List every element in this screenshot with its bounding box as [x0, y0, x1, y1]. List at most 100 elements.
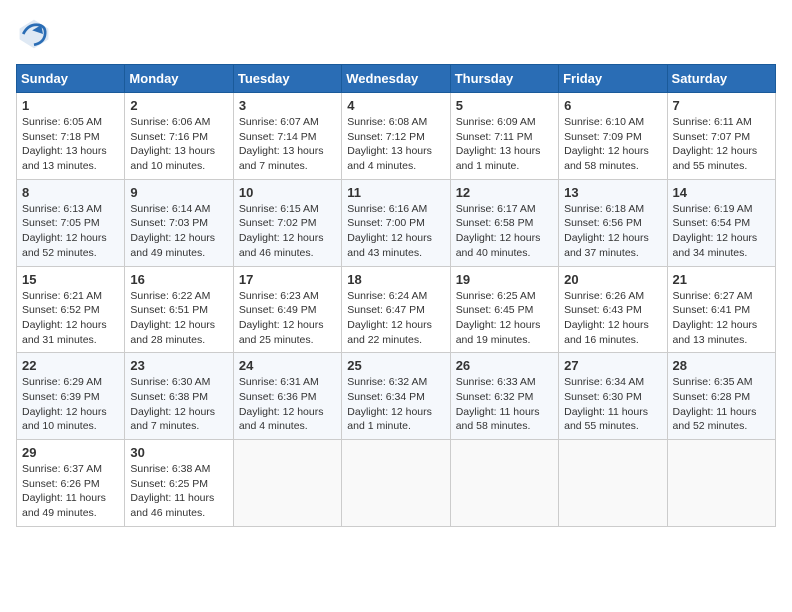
day-number: 28: [673, 358, 770, 373]
day-number: 15: [22, 272, 119, 287]
calendar-cell: 29 Sunrise: 6:37 AM Sunset: 6:26 PM Dayli…: [17, 440, 125, 527]
day-number: 1: [22, 98, 119, 113]
calendar-cell: 24Sunrise: 6:31 AM Sunset: 6:36 PM Dayli…: [233, 353, 341, 440]
calendar-week-2: 8 Sunrise: 6:13 AM Sunset: 7:05 PM Daylig…: [17, 179, 776, 266]
calendar-cell: 27 Sunrise: 6:34 AM Sunset: 6:30 PM Dayli…: [559, 353, 667, 440]
day-number: 16: [130, 272, 227, 287]
calendar-cell: 11 Sunrise: 6:16 AM Sunset: 7:00 PM Dayli…: [342, 179, 450, 266]
calendar-cell: 21Sunrise: 6:27 AM Sunset: 6:41 PM Dayli…: [667, 266, 775, 353]
day-number: 19: [456, 272, 553, 287]
day-info: Sunrise: 6:29 AM Sunset: 6:39 PM Dayligh…: [22, 375, 119, 434]
weekday-header-monday: Monday: [125, 65, 233, 93]
day-number: 2: [130, 98, 227, 113]
day-number: 8: [22, 185, 119, 200]
day-number: 7: [673, 98, 770, 113]
logo: [16, 16, 56, 52]
day-info: Sunrise: 6:35 AM Sunset: 6:28 PM Dayligh…: [673, 375, 770, 434]
day-info: Sunrise: 6:25 AM Sunset: 6:45 PM Dayligh…: [456, 289, 553, 348]
day-info: Sunrise: 6:07 AM Sunset: 7:14 PM Dayligh…: [239, 115, 336, 174]
day-info: Sunrise: 6:06 AM Sunset: 7:16 PM Dayligh…: [130, 115, 227, 174]
calendar-cell: 13Sunrise: 6:18 AM Sunset: 6:56 PM Dayli…: [559, 179, 667, 266]
calendar-cell: 25 Sunrise: 6:32 AM Sunset: 6:34 PM Dayli…: [342, 353, 450, 440]
weekday-header-tuesday: Tuesday: [233, 65, 341, 93]
calendar-cell: 6Sunrise: 6:10 AM Sunset: 7:09 PM Daylig…: [559, 93, 667, 180]
day-info: Sunrise: 6:22 AM Sunset: 6:51 PM Dayligh…: [130, 289, 227, 348]
day-number: 17: [239, 272, 336, 287]
day-info: Sunrise: 6:05 AM Sunset: 7:18 PM Dayligh…: [22, 115, 119, 174]
calendar-cell: 14 Sunrise: 6:19 AM Sunset: 6:54 PM Dayli…: [667, 179, 775, 266]
calendar-week-1: 1 Sunrise: 6:05 AM Sunset: 7:18 PM Daylig…: [17, 93, 776, 180]
calendar-cell: 5 Sunrise: 6:09 AM Sunset: 7:11 PM Daylig…: [450, 93, 558, 180]
day-number: 10: [239, 185, 336, 200]
day-info: Sunrise: 6:11 AM Sunset: 7:07 PM Dayligh…: [673, 115, 770, 174]
day-number: 27: [564, 358, 661, 373]
calendar-week-5: 29 Sunrise: 6:37 AM Sunset: 6:26 PM Dayli…: [17, 440, 776, 527]
day-number: 30: [130, 445, 227, 460]
calendar-cell: 28 Sunrise: 6:35 AM Sunset: 6:28 PM Dayli…: [667, 353, 775, 440]
day-info: Sunrise: 6:33 AM Sunset: 6:32 PM Dayligh…: [456, 375, 553, 434]
calendar-cell: 2 Sunrise: 6:06 AM Sunset: 7:16 PM Daylig…: [125, 93, 233, 180]
calendar-cell: 18Sunrise: 6:24 AM Sunset: 6:47 PM Dayli…: [342, 266, 450, 353]
weekday-header-sunday: Sunday: [17, 65, 125, 93]
day-info: Sunrise: 6:32 AM Sunset: 6:34 PM Dayligh…: [347, 375, 444, 434]
day-number: 24: [239, 358, 336, 373]
calendar-cell: 9 Sunrise: 6:14 AM Sunset: 7:03 PM Daylig…: [125, 179, 233, 266]
day-info: Sunrise: 6:23 AM Sunset: 6:49 PM Dayligh…: [239, 289, 336, 348]
calendar-cell: 7 Sunrise: 6:11 AM Sunset: 7:07 PM Daylig…: [667, 93, 775, 180]
day-info: Sunrise: 6:24 AM Sunset: 6:47 PM Dayligh…: [347, 289, 444, 348]
day-info: Sunrise: 6:34 AM Sunset: 6:30 PM Dayligh…: [564, 375, 661, 434]
calendar-cell: 8 Sunrise: 6:13 AM Sunset: 7:05 PM Daylig…: [17, 179, 125, 266]
day-number: 29: [22, 445, 119, 460]
calendar-cell: 26 Sunrise: 6:33 AM Sunset: 6:32 PM Dayli…: [450, 353, 558, 440]
calendar-cell: 30 Sunrise: 6:38 AM Sunset: 6:25 PM Dayli…: [125, 440, 233, 527]
calendar-cell: [667, 440, 775, 527]
calendar-week-3: 15 Sunrise: 6:21 AM Sunset: 6:52 PM Dayli…: [17, 266, 776, 353]
day-info: Sunrise: 6:13 AM Sunset: 7:05 PM Dayligh…: [22, 202, 119, 261]
calendar-cell: 20Sunrise: 6:26 AM Sunset: 6:43 PM Dayli…: [559, 266, 667, 353]
calendar-cell: 15 Sunrise: 6:21 AM Sunset: 6:52 PM Dayli…: [17, 266, 125, 353]
day-info: Sunrise: 6:17 AM Sunset: 6:58 PM Dayligh…: [456, 202, 553, 261]
calendar-cell: 17 Sunrise: 6:23 AM Sunset: 6:49 PM Dayli…: [233, 266, 341, 353]
day-info: Sunrise: 6:37 AM Sunset: 6:26 PM Dayligh…: [22, 462, 119, 521]
calendar-cell: 4 Sunrise: 6:08 AM Sunset: 7:12 PM Daylig…: [342, 93, 450, 180]
day-number: 5: [456, 98, 553, 113]
calendar-cell: [450, 440, 558, 527]
day-info: Sunrise: 6:21 AM Sunset: 6:52 PM Dayligh…: [22, 289, 119, 348]
calendar-cell: [559, 440, 667, 527]
calendar-cell: 23Sunrise: 6:30 AM Sunset: 6:38 PM Dayli…: [125, 353, 233, 440]
day-number: 9: [130, 185, 227, 200]
day-info: Sunrise: 6:18 AM Sunset: 6:56 PM Dayligh…: [564, 202, 661, 261]
day-number: 11: [347, 185, 444, 200]
day-number: 4: [347, 98, 444, 113]
day-info: Sunrise: 6:08 AM Sunset: 7:12 PM Dayligh…: [347, 115, 444, 174]
page-header: [16, 16, 776, 52]
calendar-cell: 19 Sunrise: 6:25 AM Sunset: 6:45 PM Dayli…: [450, 266, 558, 353]
logo-icon: [16, 16, 52, 52]
weekday-header-friday: Friday: [559, 65, 667, 93]
calendar-cell: 22Sunrise: 6:29 AM Sunset: 6:39 PM Dayli…: [17, 353, 125, 440]
calendar-cell: 12Sunrise: 6:17 AM Sunset: 6:58 PM Dayli…: [450, 179, 558, 266]
day-number: 3: [239, 98, 336, 113]
calendar-cell: 1 Sunrise: 6:05 AM Sunset: 7:18 PM Daylig…: [17, 93, 125, 180]
calendar-week-4: 22Sunrise: 6:29 AM Sunset: 6:39 PM Dayli…: [17, 353, 776, 440]
calendar-table: SundayMondayTuesdayWednesdayThursdayFrid…: [16, 64, 776, 527]
day-info: Sunrise: 6:38 AM Sunset: 6:25 PM Dayligh…: [130, 462, 227, 521]
day-number: 25: [347, 358, 444, 373]
day-number: 23: [130, 358, 227, 373]
weekday-header-row: SundayMondayTuesdayWednesdayThursdayFrid…: [17, 65, 776, 93]
day-number: 21: [673, 272, 770, 287]
day-info: Sunrise: 6:14 AM Sunset: 7:03 PM Dayligh…: [130, 202, 227, 261]
day-info: Sunrise: 6:15 AM Sunset: 7:02 PM Dayligh…: [239, 202, 336, 261]
day-info: Sunrise: 6:19 AM Sunset: 6:54 PM Dayligh…: [673, 202, 770, 261]
day-info: Sunrise: 6:09 AM Sunset: 7:11 PM Dayligh…: [456, 115, 553, 174]
day-number: 14: [673, 185, 770, 200]
day-info: Sunrise: 6:26 AM Sunset: 6:43 PM Dayligh…: [564, 289, 661, 348]
weekday-header-saturday: Saturday: [667, 65, 775, 93]
calendar-cell: [342, 440, 450, 527]
calendar-cell: 16 Sunrise: 6:22 AM Sunset: 6:51 PM Dayli…: [125, 266, 233, 353]
day-info: Sunrise: 6:16 AM Sunset: 7:00 PM Dayligh…: [347, 202, 444, 261]
calendar-cell: 3 Sunrise: 6:07 AM Sunset: 7:14 PM Daylig…: [233, 93, 341, 180]
calendar-cell: [233, 440, 341, 527]
calendar-cell: 10 Sunrise: 6:15 AM Sunset: 7:02 PM Dayli…: [233, 179, 341, 266]
day-number: 26: [456, 358, 553, 373]
